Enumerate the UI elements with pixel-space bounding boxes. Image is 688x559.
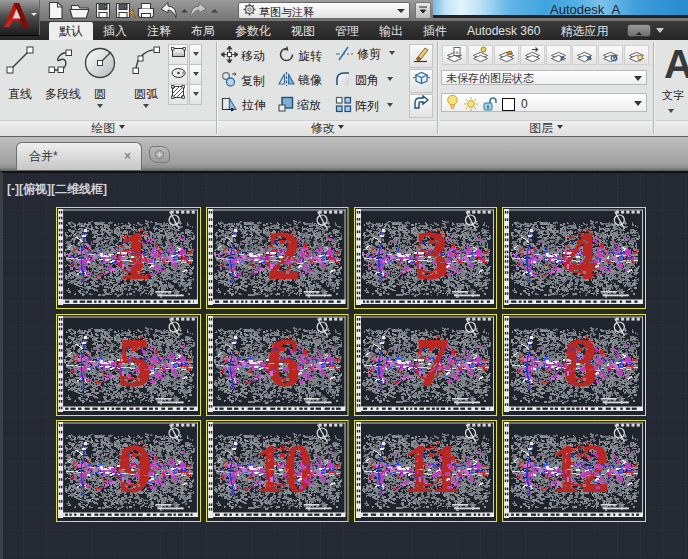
svg-text:1: 1 bbox=[117, 216, 152, 293]
svg-text:6: 6 bbox=[266, 323, 301, 400]
svg-text:8: 8 bbox=[562, 323, 597, 401]
svg-text:9: 9 bbox=[117, 429, 152, 506]
svg-text:7: 7 bbox=[414, 324, 449, 401]
svg-text:4: 4 bbox=[562, 216, 597, 294]
svg-text:3: 3 bbox=[414, 217, 449, 294]
svg-text:5: 5 bbox=[117, 323, 152, 400]
svg-text:2: 2 bbox=[266, 217, 301, 294]
